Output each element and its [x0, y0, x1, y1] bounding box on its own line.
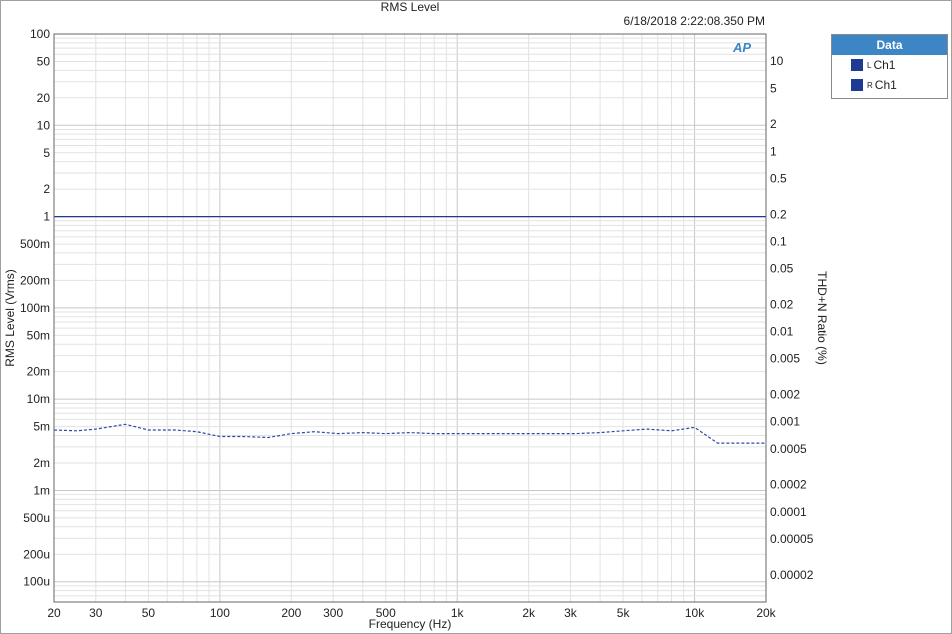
- y-left-tick-label: 200m: [20, 273, 50, 287]
- legend-panel: Data L Ch1 R Ch1: [831, 34, 948, 99]
- y-left-tick-label: 10m: [27, 392, 50, 406]
- y-left-tick-label: 500u: [23, 511, 50, 525]
- y-right-tick-label: 5: [770, 81, 777, 95]
- y-left-tick-label: 50: [37, 54, 51, 68]
- x-tick-label: 1k: [451, 606, 465, 620]
- y-right-tick-label: 0.05: [770, 262, 794, 276]
- legend-item-l-ch1[interactable]: L Ch1: [832, 55, 947, 75]
- y-left-tick-label: 100: [30, 27, 50, 41]
- y-right-tick-label: 2: [770, 117, 777, 131]
- y-right-tick-label: 0.002: [770, 388, 800, 402]
- y-left-tick-label: 100u: [23, 575, 50, 589]
- y-right-tick-label: 0.005: [770, 352, 800, 366]
- y-left-tick-label: 500m: [20, 237, 50, 251]
- x-tick-label: 5k: [617, 606, 631, 620]
- y-right-tick-label: 1: [770, 144, 777, 158]
- legend-label-l: Ch1: [873, 58, 896, 72]
- y-axis-left-label: RMS Level (Vrms): [3, 269, 17, 367]
- legend-swatch-l: [851, 59, 863, 71]
- y-left-tick-label: 200u: [23, 547, 50, 561]
- legend-header: Data: [832, 35, 947, 55]
- x-tick-label: 30: [89, 606, 103, 620]
- y-axis-right-ticks: 10 5 2 1 0.5 0.2 0.1 0.05 0.02 0.01 0.005 0.002 0.00…: [770, 54, 814, 582]
- x-tick-label: 20: [47, 606, 61, 620]
- y-right-tick-label: 0.2: [770, 207, 787, 221]
- y-right-tick-label: 0.001: [770, 415, 800, 429]
- legend-label-r: Ch1: [874, 78, 897, 92]
- y-right-tick-label: 0.0001: [770, 505, 807, 519]
- y-left-tick-label: 5m: [33, 420, 50, 434]
- chart-plot: 20 30 50 100 200 300 500 1k 2k 3k 5k 10k 20k 1005020…: [3, 27, 829, 631]
- y-right-tick-label: 0.0002: [770, 478, 807, 492]
- y-right-tick-label: 0.0005: [770, 442, 807, 456]
- x-tick-label: 50: [142, 606, 156, 620]
- ap-logo: AP: [733, 40, 752, 55]
- legend-swatch-r: [851, 79, 863, 91]
- y-right-tick-label: 0.1: [770, 234, 787, 248]
- x-tick-label: 20k: [756, 606, 776, 620]
- y-right-tick-label: 0.00005: [770, 532, 814, 546]
- plot-border: [53, 33, 767, 603]
- y-right-tick-label: 0.01: [770, 325, 794, 339]
- y-left-tick-label: 100m: [20, 301, 50, 315]
- y-left-tick-label: 20m: [27, 365, 50, 379]
- y-left-tick-label: 5: [43, 146, 50, 160]
- y-right-tick-label: 10: [770, 54, 784, 68]
- y-left-tick-label: 10: [37, 118, 51, 132]
- y-left-tick-label: 2m: [33, 456, 50, 470]
- x-tick-label: 2k: [522, 606, 536, 620]
- y-left-tick-label: 2: [43, 182, 50, 196]
- y-left-tick-label: 50m: [27, 328, 50, 342]
- x-tick-label: 10k: [685, 606, 705, 620]
- grid-lines: [53, 33, 767, 603]
- y-axis-left-ticks: 100 50 20 10 5 2 1 500m 200m 100m 50m 20m 10m 5m 2m 1m 5…: [20, 27, 50, 589]
- y-axis-right-label: THD+N Ratio (%): [815, 271, 829, 365]
- y-left-tick-label: 20: [37, 91, 51, 105]
- x-tick-label: 3k: [564, 606, 578, 620]
- legend-channel-l: L: [867, 60, 872, 70]
- x-axis-label: Frequency (Hz): [369, 617, 452, 631]
- y-right-tick-label: 0.00002: [770, 568, 814, 582]
- y-right-tick-label: 0.5: [770, 171, 787, 185]
- y-right-tick-label: 0.02: [770, 297, 794, 311]
- legend-channel-r: R: [867, 80, 873, 90]
- y-left-tick-label: 1m: [33, 483, 50, 497]
- x-tick-label: 100: [210, 606, 230, 620]
- x-tick-label: 300: [323, 606, 343, 620]
- x-tick-label: 200: [281, 606, 301, 620]
- legend-item-r-ch1[interactable]: R Ch1: [832, 75, 947, 95]
- series-group: [53, 216, 766, 444]
- y-left-tick-label: 1: [43, 210, 50, 224]
